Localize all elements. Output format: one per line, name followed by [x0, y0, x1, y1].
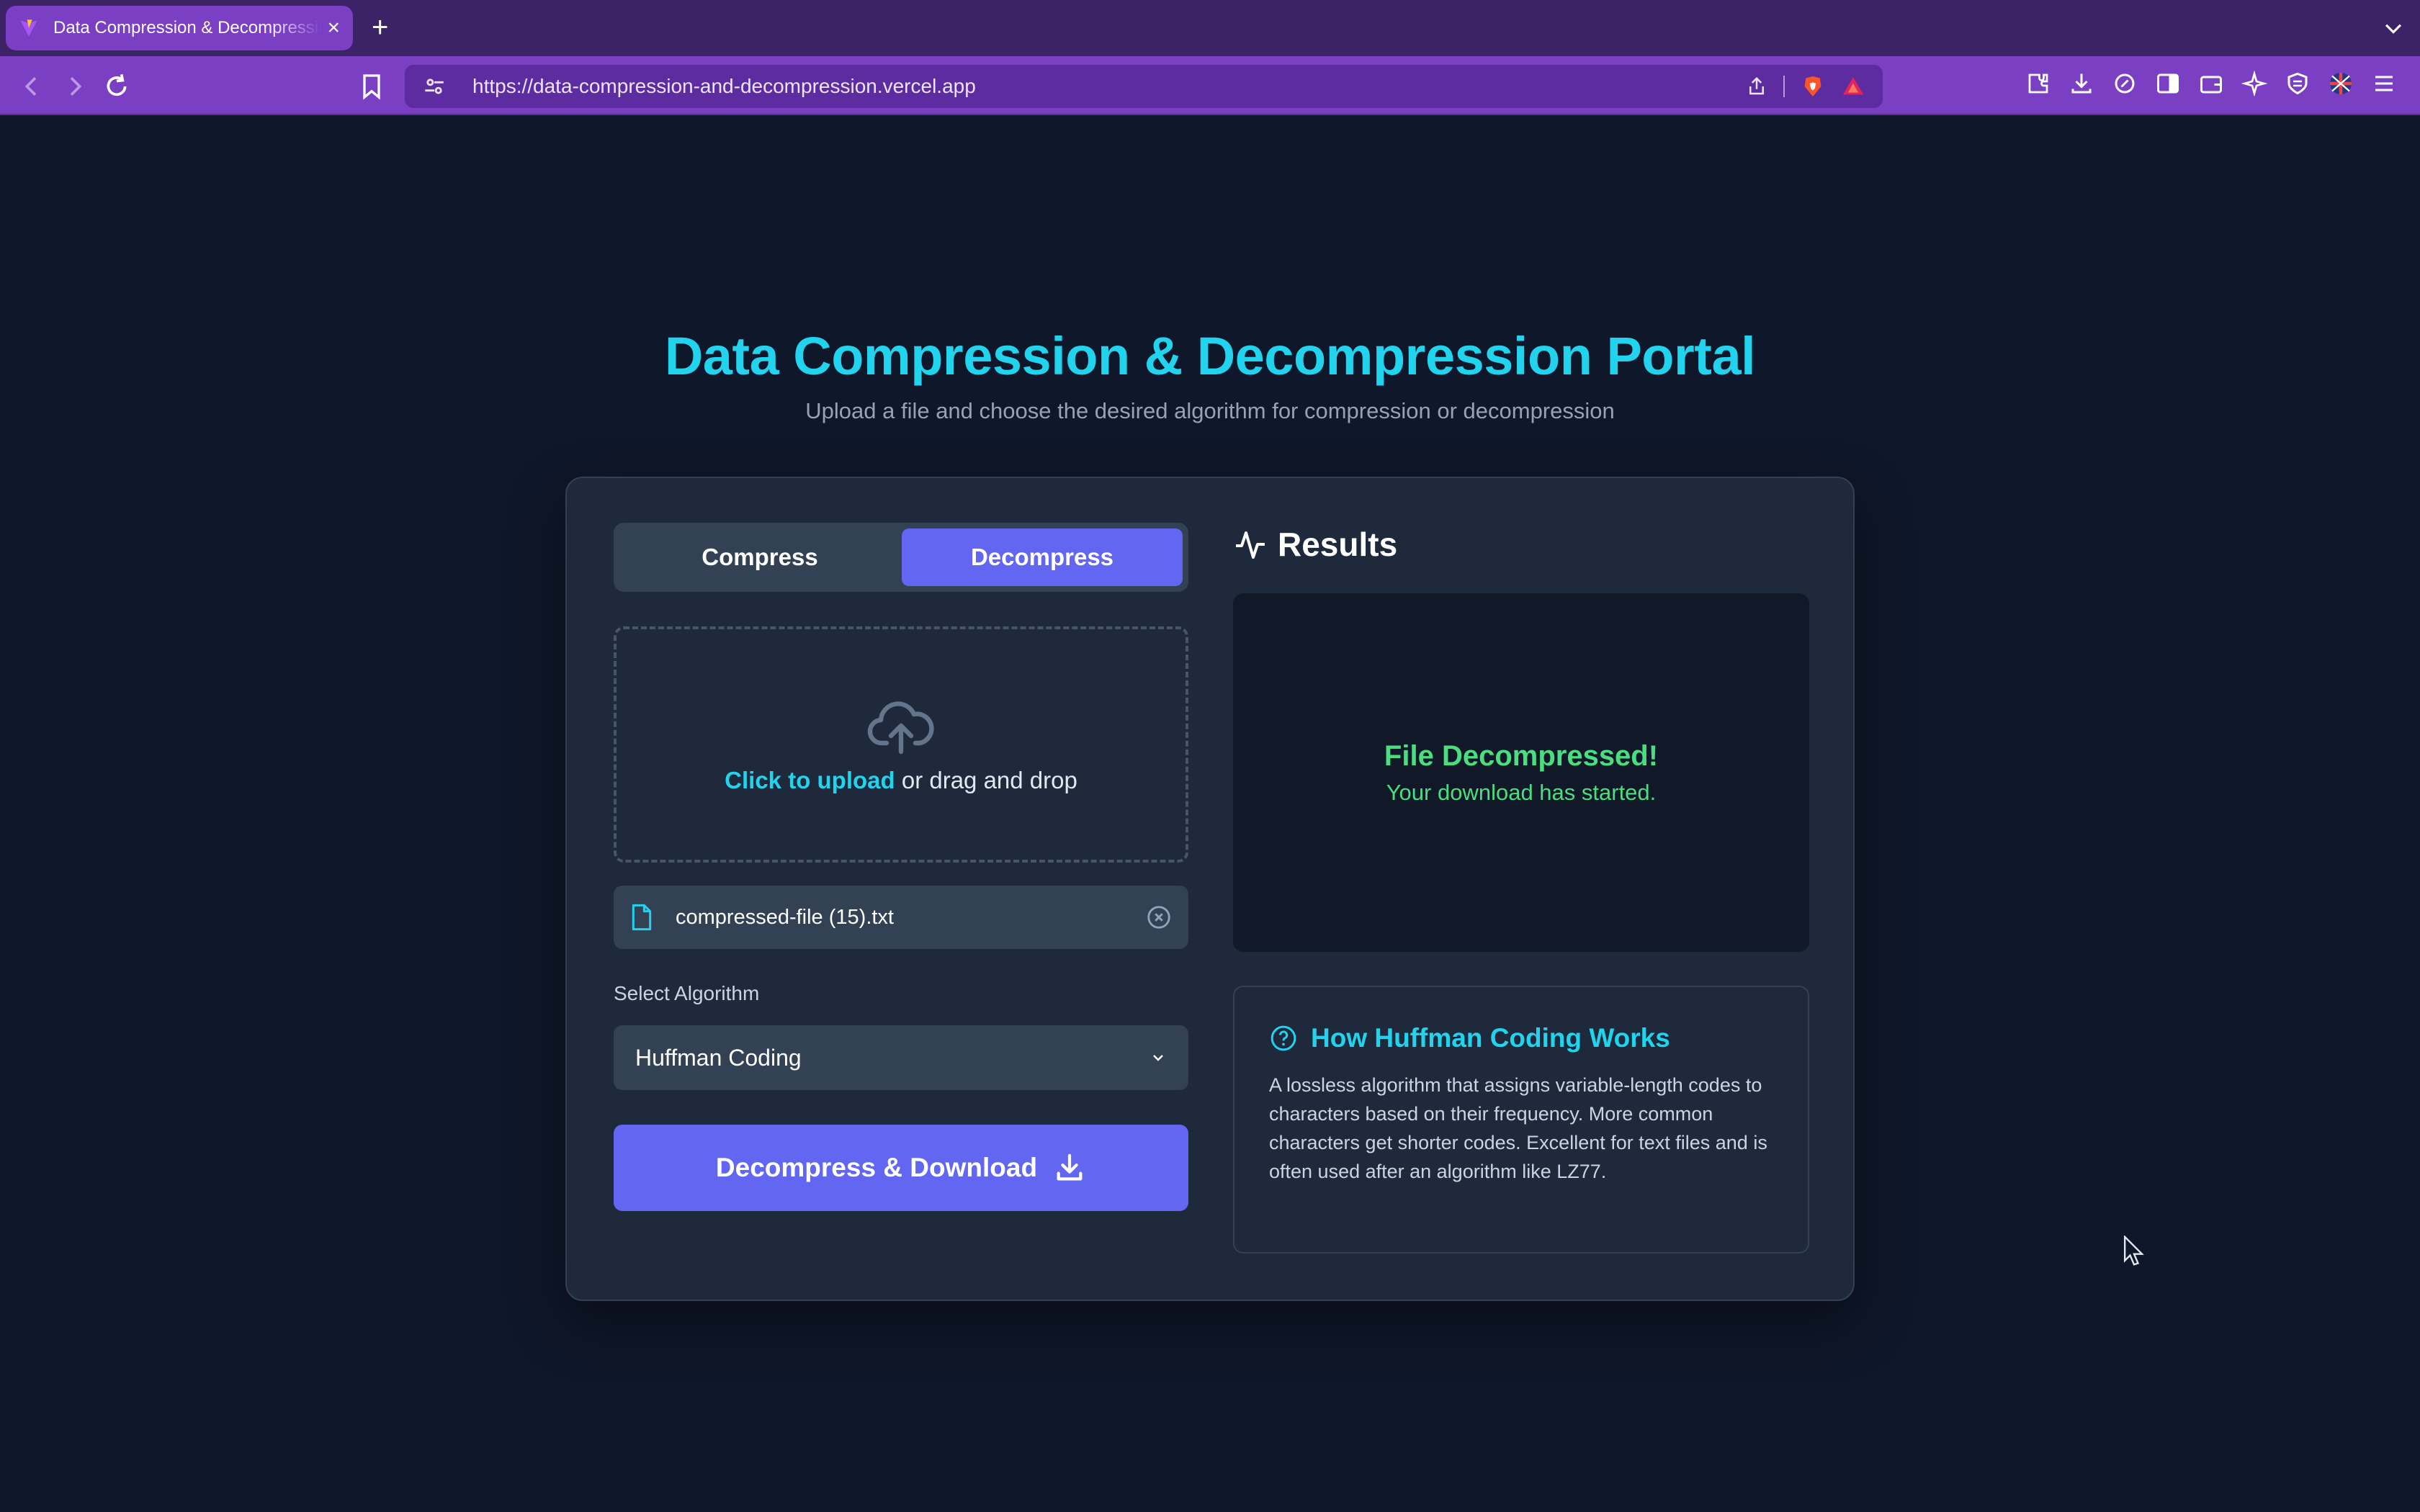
page-title: Data Compression & Decompression Portal [664, 326, 1756, 386]
tab-close-icon[interactable]: × [327, 17, 340, 39]
result-status: File Decompressed! [1384, 739, 1659, 772]
extensions-icon[interactable] [2024, 69, 2053, 98]
remove-file-icon[interactable] [1145, 904, 1173, 931]
profile-avatar-icon[interactable] [2326, 69, 2355, 98]
page-subtitle: Upload a file and choose the desired alg… [805, 398, 1615, 423]
url-divider [1783, 76, 1785, 97]
ai-sparkle-icon[interactable] [2240, 69, 2269, 98]
mouse-cursor-icon [2123, 1236, 2144, 1266]
forward-icon[interactable] [60, 72, 89, 101]
page-viewport: Data Compression & Decompression Portal … [0, 117, 2420, 1512]
activity-icon [1236, 531, 1265, 559]
wallet-icon[interactable] [2197, 69, 2226, 98]
bookmark-icon[interactable] [357, 72, 386, 101]
algorithm-label: Select Algorithm [614, 982, 760, 1004]
info-body: A lossless algorithm that assigns variab… [1269, 1074, 1767, 1182]
file-name: compressed-file (15).txt [676, 905, 894, 929]
results-heading: Results [1233, 525, 1397, 564]
tab-list-chevron-icon[interactable] [2381, 16, 2406, 40]
tab-active[interactable]: Data Compression & Decompression Portal … [6, 6, 353, 50]
help-circle-icon [1270, 1025, 1296, 1051]
site-settings-icon[interactable] [422, 74, 447, 99]
results-panel: File Decompressed! Your download has sta… [1233, 593, 1809, 952]
algorithm-select[interactable]: Huffman Coding [614, 1025, 1188, 1090]
sidebar-icon[interactable] [2154, 69, 2182, 98]
new-tab-button[interactable]: + [372, 12, 388, 43]
menu-icon[interactable] [2370, 69, 2398, 98]
algorithm-selected-value: Huffman Coding [635, 1044, 802, 1071]
vpn-icon[interactable] [2283, 69, 2312, 98]
leo-icon[interactable] [2110, 69, 2139, 98]
url-text[interactable]: https://data-compression-and-decompressi… [472, 75, 1746, 98]
drag-drop-text: or drag and drop [895, 767, 1077, 793]
algorithm-info-panel: How Huffman Coding Works A lossless algo… [1233, 986, 1809, 1254]
brave-rewards-icon[interactable] [1841, 74, 1865, 99]
download-icon [1057, 1153, 1083, 1181]
decompress-download-button[interactable]: Decompress & Download [614, 1125, 1188, 1211]
info-heading: How Huffman Coding Works [1269, 1023, 1773, 1053]
toolbar-icons [2024, 69, 2398, 98]
downloads-icon[interactable] [2067, 69, 2096, 98]
tab-compress[interactable]: Compress [619, 528, 900, 586]
chevron-down-icon [1153, 1055, 1163, 1061]
results-title: Results [1278, 526, 1398, 563]
back-icon[interactable] [17, 72, 46, 101]
result-message: Your download has started. [1386, 779, 1657, 805]
tab-decompress[interactable]: Decompress [902, 528, 1183, 586]
upload-instructions: Click to upload or drag and drop [725, 767, 1077, 794]
reload-icon[interactable] [102, 72, 131, 101]
vite-favicon-icon [20, 19, 37, 37]
cloud-upload-icon [867, 701, 934, 755]
mode-toggle: Compress Decompress [614, 523, 1188, 592]
action-label: Decompress & Download [715, 1153, 1038, 1182]
click-to-upload-link[interactable]: Click to upload [725, 767, 895, 793]
brave-shields-icon[interactable] [1801, 74, 1825, 99]
file-icon [632, 904, 652, 931]
tab-strip: Data Compression & Decompression Portal … [0, 0, 2420, 56]
selected-file: compressed-file (15).txt [614, 886, 1188, 949]
share-icon[interactable] [1746, 76, 1767, 97]
tab-title: Data Compression & Decompression Portal [53, 18, 321, 37]
file-dropzone[interactable]: Click to upload or drag and drop [614, 626, 1188, 863]
address-bar[interactable]: https://data-compression-and-decompressi… [405, 65, 1883, 108]
info-title: How Huffman Coding Works [1311, 1023, 1670, 1053]
main-card: Compress Decompress Click to upload or d… [565, 477, 1855, 1301]
